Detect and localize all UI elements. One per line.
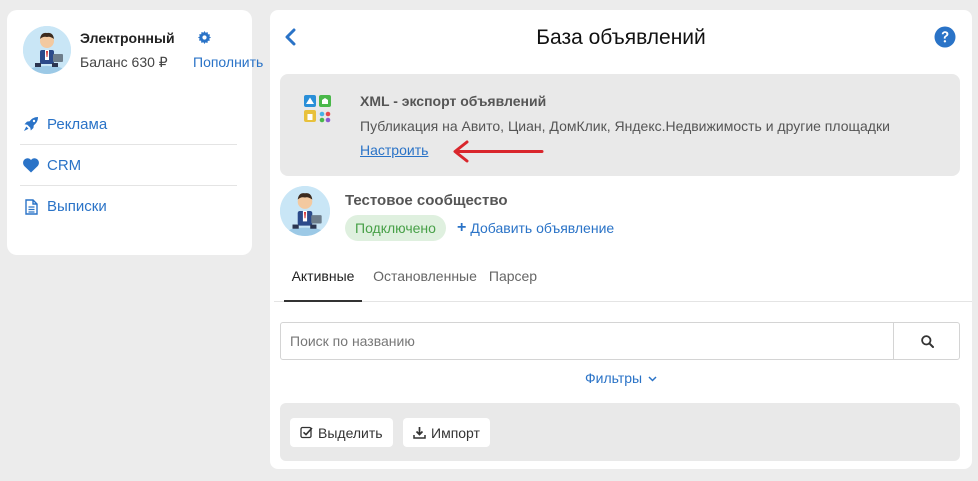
select-label: Выделить xyxy=(318,424,383,441)
sidebar-item-crm[interactable]: CRM xyxy=(20,145,237,186)
avatar[interactable] xyxy=(23,26,71,74)
user-name: Электронный xyxy=(80,30,175,46)
red-arrow-icon xyxy=(453,140,544,163)
status-badge: Подключено xyxy=(345,215,446,241)
heart-icon xyxy=(20,157,42,173)
document-icon xyxy=(20,198,42,215)
community-avatar[interactable] xyxy=(280,186,330,236)
sidebar-item-advertising[interactable]: Реклама xyxy=(20,104,237,145)
xml-export-box: XML - экспорт объявлений Публикация на А… xyxy=(280,74,960,176)
main-panel: База объявлений XML - экспорт объявлений… xyxy=(270,10,972,469)
rocket-icon xyxy=(20,116,42,132)
chevron-down-icon xyxy=(648,376,657,382)
xml-export-title: XML - экспорт объявлений xyxy=(360,93,547,109)
gear-icon xyxy=(198,31,211,44)
question-icon xyxy=(934,26,956,48)
add-ad-label: Добавить объявление xyxy=(470,220,615,236)
topup-link[interactable]: Пополнить xyxy=(193,54,263,70)
download-icon xyxy=(413,427,426,439)
help-button[interactable] xyxy=(934,26,956,53)
search-icon xyxy=(920,334,934,348)
community-name: Тестовое сообщество xyxy=(345,192,508,209)
sidebar-item-label: CRM xyxy=(47,156,82,174)
sidebar-item-label: Реклама xyxy=(47,115,108,133)
sidebar-nav: Реклама CRM Выписки xyxy=(20,104,237,227)
checkbox-icon xyxy=(300,426,313,439)
configure-link[interactable]: Настроить xyxy=(360,142,428,158)
filters-toggle[interactable]: Фильтры xyxy=(270,370,972,386)
plus-icon: + xyxy=(457,219,467,236)
import-button[interactable]: Импорт xyxy=(403,418,490,447)
page-title: База объявлений xyxy=(536,26,706,49)
search-button[interactable] xyxy=(893,323,960,359)
tab-stopped[interactable]: Остановленные xyxy=(370,260,480,302)
search-input[interactable] xyxy=(281,323,893,359)
sidebar-item-statements[interactable]: Выписки xyxy=(20,186,237,227)
xml-export-description: Публикация на Авито, Циан, ДомКлик, Янде… xyxy=(360,118,890,134)
tabs-bar: Активные Остановленные Парсер xyxy=(274,260,972,302)
add-ad-button[interactable]: + Добавить объявление xyxy=(457,219,615,237)
import-label: Импорт xyxy=(431,424,480,441)
sidebar-item-label: Выписки xyxy=(47,198,107,215)
sidebar-card: Электронный Баланс 630 ₽ Пополнить Рекла… xyxy=(7,10,263,255)
balance-text: Баланс 630 ₽ xyxy=(80,54,168,70)
search-box xyxy=(280,322,960,360)
tab-active[interactable]: Активные xyxy=(284,260,362,302)
filters-label: Фильтры xyxy=(585,370,643,386)
xml-platforms-icon xyxy=(304,95,331,123)
select-button[interactable]: Выделить xyxy=(290,418,393,447)
tab-parser[interactable]: Парсер xyxy=(486,260,540,302)
bulk-actions-bar: Выделить Импорт xyxy=(280,403,960,461)
user-info: Электронный Баланс 630 ₽ Пополнить xyxy=(23,26,263,76)
